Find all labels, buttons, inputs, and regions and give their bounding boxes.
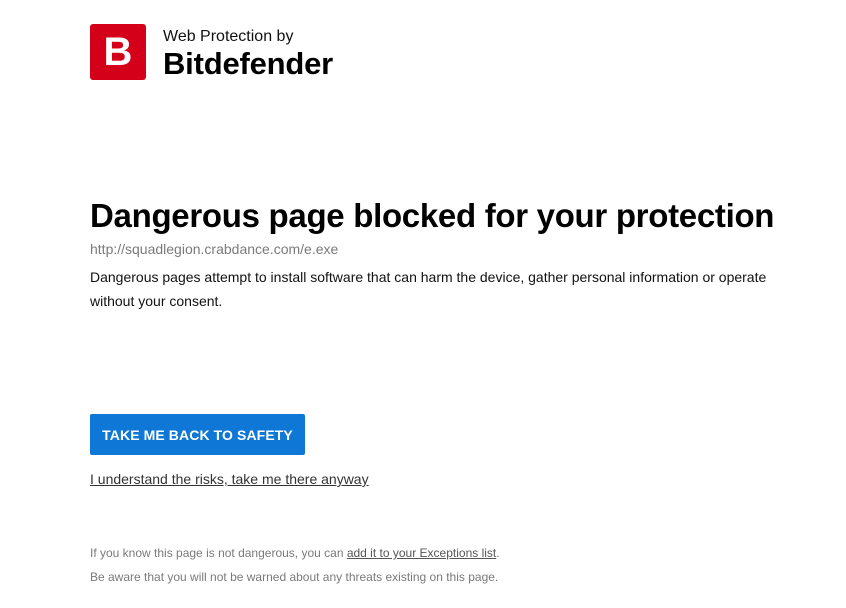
exceptions-suffix: .: [496, 546, 500, 560]
brand-subtitle: Web Protection by: [163, 28, 294, 45]
proceed-anyway-link[interactable]: I understand the risks, take me there an…: [90, 470, 369, 488]
page-title: Dangerous page blocked for your protecti…: [90, 197, 775, 234]
back-to-safety-button[interactable]: TAKE ME BACK TO SAFETY: [90, 414, 305, 455]
warning-note: Be aware that you will not be warned abo…: [90, 570, 499, 584]
block-page: B Web Protection by Bitdefender Dangerou…: [0, 0, 846, 608]
brand-text: Web Protection by Bitdefender: [163, 28, 333, 82]
brand-name: Bitdefender: [163, 46, 334, 81]
logo-letter: B: [103, 30, 133, 74]
blocked-url: http://squadlegion.crabdance.com/e.exe: [90, 241, 339, 257]
bitdefender-logo-icon: B: [90, 24, 146, 80]
add-exception-link[interactable]: add it to your Exceptions list: [347, 546, 496, 560]
exceptions-note: If you know this page is not dangerous, …: [90, 541, 500, 589]
exceptions-prefix: If you know this page is not dangerous, …: [90, 546, 347, 560]
brand-header: B Web Protection by Bitdefender: [90, 24, 333, 82]
danger-description: Dangerous pages attempt to install softw…: [90, 269, 767, 309]
exceptions-line: If you know this page is not dangerous, …: [90, 541, 500, 565]
